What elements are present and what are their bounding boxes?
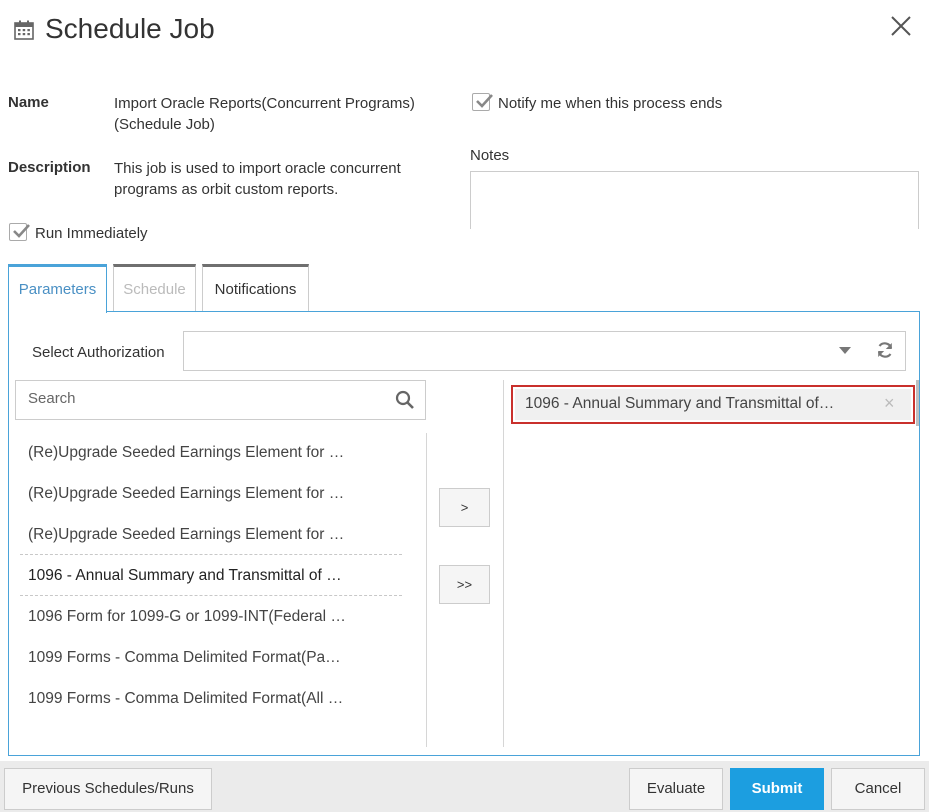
notes-textarea[interactable]	[470, 171, 919, 229]
search-placeholder: Search	[28, 390, 76, 407]
notify-checkbox[interactable]	[472, 93, 493, 111]
description-value-line2: programs as orbit custom reports.	[114, 181, 339, 198]
list-item[interactable]: (Re)Upgrade Seeded Earnings Element for …	[28, 526, 393, 544]
list-divider	[426, 433, 427, 747]
select-authorization-label: Select Authorization	[32, 344, 165, 361]
list-item[interactable]: 1099 Forms - Comma Delimited Format(All …	[28, 690, 393, 708]
caret-down-icon[interactable]	[838, 346, 852, 355]
refresh-icon[interactable]	[875, 340, 895, 360]
cancel-button[interactable]: Cancel	[831, 768, 925, 810]
checkmark-icon	[13, 224, 30, 238]
close-icon[interactable]	[888, 13, 914, 39]
list-item-separator	[20, 554, 402, 555]
list-item[interactable]: (Re)Upgrade Seeded Earnings Element for …	[28, 485, 393, 503]
move-selected-button[interactable]: >	[439, 488, 490, 527]
name-value-line1: Import Oracle Reports(Concurrent Program…	[114, 95, 415, 112]
list-item[interactable]: (Re)Upgrade Seeded Earnings Element for …	[28, 444, 393, 462]
run-immediately-label[interactable]: Run Immediately	[35, 223, 148, 244]
name-value-line2: (Schedule Job)	[114, 116, 215, 133]
remove-item-icon[interactable]: ×	[884, 393, 895, 414]
calendar-icon	[14, 20, 34, 40]
submit-button[interactable]: Submit	[730, 768, 824, 810]
list-item-separator	[20, 595, 402, 596]
tab-schedule[interactable]: Schedule	[113, 264, 196, 312]
evaluate-button[interactable]: Evaluate	[629, 768, 723, 810]
previous-schedules-button[interactable]: Previous Schedules/Runs	[4, 768, 212, 810]
notify-label[interactable]: Notify me when this process ends	[498, 93, 722, 114]
run-immediately-checkbox[interactable]	[9, 223, 30, 241]
selected-divider	[503, 380, 504, 747]
tab-notifications[interactable]: Notifications	[202, 264, 309, 312]
name-value: Import Oracle Reports(Concurrent Program…	[114, 93, 415, 135]
dialog-title: Schedule Job	[45, 13, 215, 44]
description-label: Description	[8, 159, 91, 176]
select-authorization-dropdown[interactable]	[183, 331, 906, 371]
move-all-button[interactable]: >>	[439, 565, 490, 604]
selected-item-label: 1096 - Annual Summary and Transmittal of…	[525, 395, 835, 412]
name-label: Name	[8, 94, 49, 111]
list-item[interactable]: 1096 - Annual Summary and Transmittal of…	[28, 567, 393, 585]
list-item[interactable]: 1096 Form for 1099-G or 1099-INT(Federal…	[28, 608, 393, 626]
search-input[interactable]	[15, 380, 426, 420]
description-value-line1: This job is used to import oracle concur…	[114, 160, 401, 177]
checkmark-icon	[476, 94, 493, 108]
list-item[interactable]: 1099 Forms - Comma Delimited Format(Pa…	[28, 649, 393, 667]
search-icon[interactable]	[395, 390, 415, 410]
tab-parameters[interactable]: Parameters	[8, 264, 107, 313]
description-value: This job is used to import oracle concur…	[114, 158, 401, 200]
notes-label: Notes	[470, 147, 510, 164]
scrollbar[interactable]	[916, 380, 919, 426]
